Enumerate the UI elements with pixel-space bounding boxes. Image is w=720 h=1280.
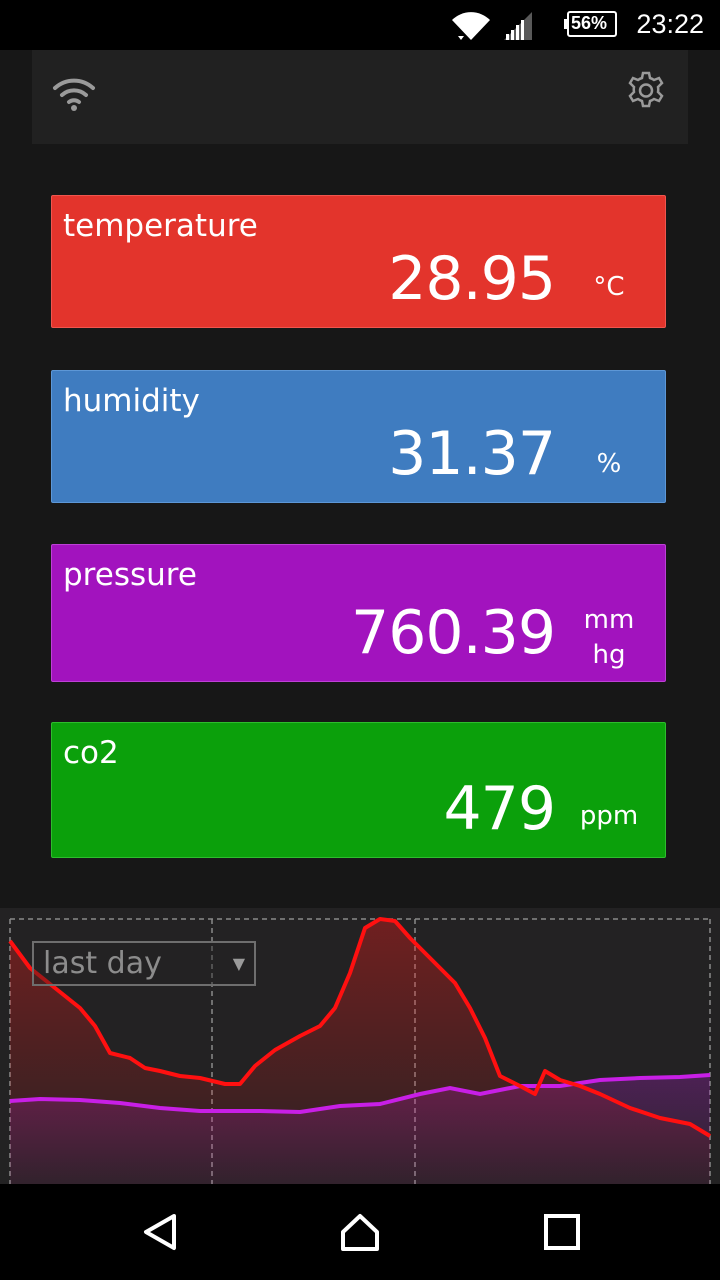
home-button[interactable] — [340, 1212, 380, 1252]
card-value: 479 — [443, 774, 556, 844]
toolbar — [32, 50, 688, 144]
clock: 23:22 — [636, 9, 704, 39]
back-icon — [144, 1214, 176, 1250]
settings-button[interactable] — [624, 70, 668, 114]
card-label: temperature — [63, 208, 258, 244]
navigation-bar — [0, 1184, 720, 1280]
signal-icon — [504, 12, 532, 40]
home-icon — [341, 1214, 379, 1251]
connection-button[interactable] — [52, 74, 96, 114]
card-value: 760.39 — [351, 598, 556, 668]
card-unit-line2: hg — [592, 640, 626, 670]
card-label: co2 — [63, 735, 119, 771]
back-button[interactable] — [140, 1212, 180, 1252]
pressure-card[interactable]: pressure 760.39 mm hg — [51, 544, 666, 682]
humidity-card[interactable]: humidity 31.37 % — [51, 370, 666, 503]
card-unit: % — [596, 449, 622, 479]
card-value: 28.95 — [388, 244, 556, 314]
card-value: 31.37 — [388, 419, 556, 489]
card-unit: °C — [593, 272, 625, 302]
card-unit: ppm — [579, 801, 639, 831]
chevron-down-icon: ▼ — [232, 954, 245, 973]
time-range-select[interactable]: last day ▼ — [32, 941, 256, 986]
time-range-value: last day — [43, 946, 162, 981]
temperature-card[interactable]: temperature 28.95 °C — [51, 195, 666, 328]
wifi-icon — [452, 12, 490, 40]
history-chart[interactable]: last day ▼ — [0, 908, 720, 1184]
gear-icon — [628, 71, 664, 108]
recents-icon — [544, 1214, 580, 1250]
card-unit-line1: mm — [583, 605, 635, 635]
status-bar: 56% 23:22 — [0, 0, 720, 50]
battery-percent: 56% — [571, 13, 608, 33]
recents-button[interactable] — [542, 1212, 582, 1252]
wifi-icon — [53, 78, 95, 111]
card-label: pressure — [63, 557, 197, 593]
battery-icon: 56% — [564, 11, 617, 37]
card-label: humidity — [63, 383, 200, 419]
co2-card[interactable]: co2 479 ppm — [51, 722, 666, 858]
